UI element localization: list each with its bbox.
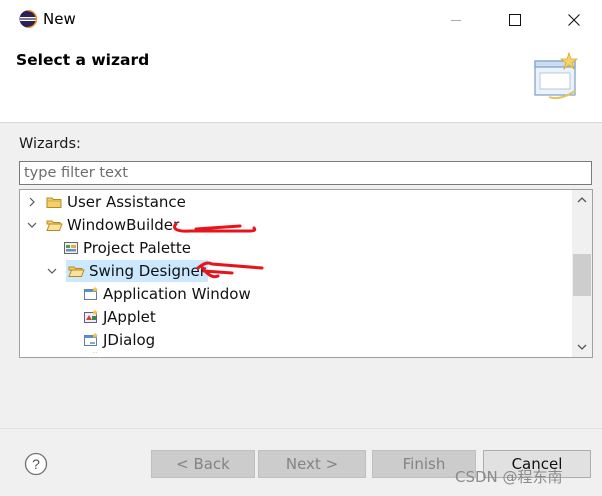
maximize-icon [509, 14, 521, 26]
folder-open-icon [68, 263, 85, 280]
watermark-text: CSDN @程东南 [455, 468, 563, 486]
back-button[interactable]: < Back [151, 450, 255, 478]
chevron-down-icon[interactable] [46, 265, 58, 277]
selection-highlight: Swing Designer [66, 260, 208, 282]
wizard-banner-icon [529, 47, 585, 103]
maximize-button[interactable] [492, 0, 538, 40]
tree-item-japplet[interactable]: JApplet [82, 306, 156, 328]
tree-item-partial [82, 352, 103, 357]
tree-item-label: JApplet [103, 308, 156, 326]
filter-input[interactable] [19, 161, 592, 185]
minimize-button[interactable] [433, 0, 479, 40]
chevron-right-icon[interactable] [26, 196, 38, 208]
tree-item-label: WindowBuilder [67, 216, 180, 234]
chevron-down-icon [577, 344, 587, 350]
eclipse-icon [19, 9, 38, 29]
tree-item-label: Project Palette [83, 239, 192, 257]
tree-item-swing-designer[interactable]: Swing Designer [46, 260, 208, 282]
tree-item-label: JDialog [103, 331, 156, 349]
svg-text:?: ? [32, 456, 40, 472]
tree-item-user-assistance[interactable]: User Assistance [26, 191, 186, 213]
next-button[interactable]: Next > [258, 450, 366, 478]
tree-item-project-palette[interactable]: Project Palette [62, 237, 191, 259]
wizards-label: Wizards: [19, 136, 81, 152]
tree-item-label: Application Window [103, 285, 251, 303]
palette-icon [62, 240, 79, 257]
chevron-up-icon [577, 197, 587, 203]
close-button[interactable] [551, 0, 597, 40]
tree-item-label: Swing Designer [89, 262, 206, 280]
dialog-icon [82, 332, 99, 349]
footer-divider [0, 428, 602, 429]
chevron-down-icon[interactable] [26, 219, 38, 231]
wizard-tree[interactable]: User Assistance WindowBuilder Project Pa… [19, 189, 593, 358]
window-icon [82, 286, 99, 303]
minimize-icon [451, 20, 461, 21]
tree-item-application-window[interactable]: Application Window [82, 283, 251, 305]
folder-icon [46, 194, 63, 211]
page-title: Select a wizard [16, 51, 150, 69]
star-icon [82, 352, 99, 357]
scroll-up-button[interactable] [572, 190, 592, 210]
folder-open-icon [46, 217, 63, 234]
scroll-thumb[interactable] [573, 254, 591, 296]
scroll-down-button[interactable] [572, 337, 592, 357]
tree-item-label: User Assistance [67, 193, 186, 211]
tree-item-windowbuilder[interactable]: WindowBuilder [26, 214, 179, 236]
help-icon[interactable]: ? [24, 452, 48, 476]
close-icon [568, 14, 580, 26]
applet-icon [82, 309, 99, 326]
window-title: New [43, 10, 76, 28]
tree-item-jdialog[interactable]: JDialog [82, 329, 155, 351]
